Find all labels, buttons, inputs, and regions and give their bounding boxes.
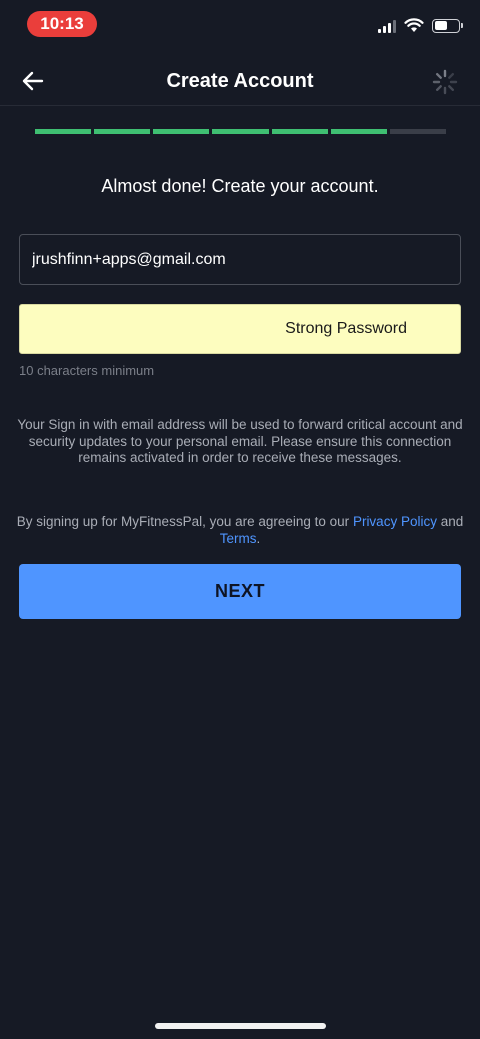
next-button[interactable]: NEXT <box>19 564 461 619</box>
privacy-policy-link[interactable]: Privacy Policy <box>353 514 437 529</box>
progress-segment <box>389 129 446 134</box>
signal-icon <box>378 19 396 33</box>
legal-suffix: . <box>256 530 261 546</box>
signup-progress-bar <box>35 129 446 134</box>
loading-spinner-icon <box>432 69 458 95</box>
home-indicator <box>155 1023 326 1029</box>
email-field[interactable] <box>19 234 461 285</box>
progress-segment <box>271 129 328 134</box>
legal-prefix: By signing up for MyFitnessPal, you are … <box>16 514 353 529</box>
form-heading: Almost done! Create your account. <box>101 176 379 196</box>
password-strength-label: Strong Password <box>285 320 407 337</box>
legal-text: By signing up for MyFitnessPal, you are … <box>14 514 466 547</box>
battery-icon <box>432 18 463 33</box>
wifi-icon <box>404 18 424 32</box>
progress-segment <box>153 129 210 134</box>
status-time: 10:13 <box>27 11 97 37</box>
terms-link[interactable]: Terms <box>220 531 257 546</box>
status-icons <box>378 18 463 33</box>
password-field[interactable]: Strong Password <box>19 304 461 354</box>
legal-conjunction: and <box>436 514 464 529</box>
progress-segment <box>35 129 92 134</box>
status-bar: 10:13 <box>0 0 480 50</box>
progress-segment <box>94 129 151 134</box>
page-title: Create Account <box>166 70 314 92</box>
nav-header: Create Account <box>0 58 480 106</box>
progress-segment <box>212 129 269 134</box>
email-info-text: Your Sign in with email address will be … <box>17 417 463 465</box>
password-hint: 10 characters minimum <box>19 363 155 378</box>
progress-segment <box>330 129 387 134</box>
